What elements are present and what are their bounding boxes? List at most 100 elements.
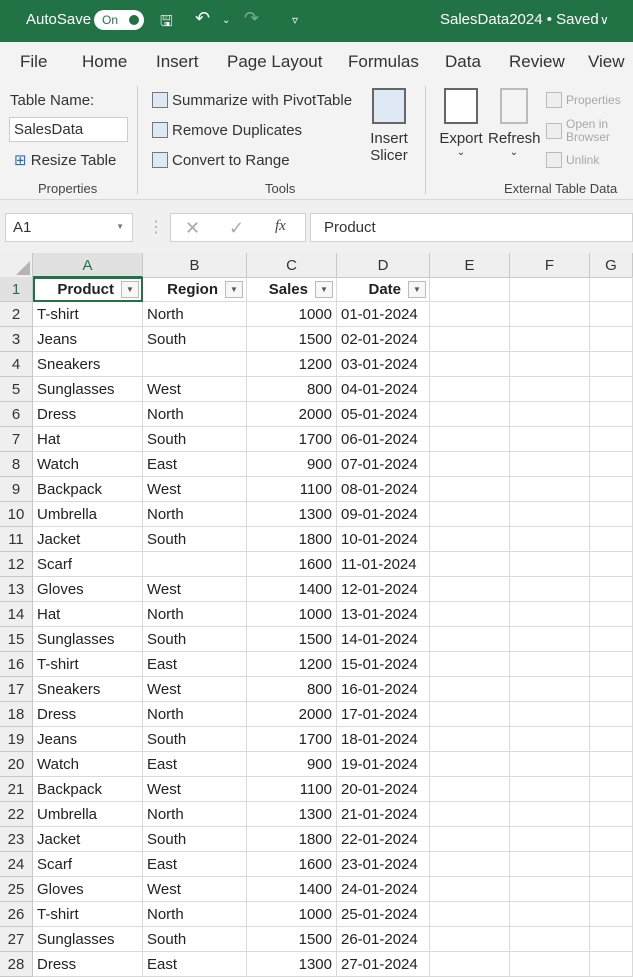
row-header[interactable]: 24 — [0, 852, 33, 877]
empty-cell[interactable] — [510, 477, 590, 502]
empty-cell[interactable] — [430, 652, 510, 677]
table-cell[interactable]: T-shirt — [33, 302, 143, 327]
table-cell[interactable]: 06-01-2024 — [337, 427, 430, 452]
row-header[interactable]: 18 — [0, 702, 33, 727]
empty-cell[interactable] — [590, 277, 633, 302]
row-header[interactable]: 6 — [0, 402, 33, 427]
convert-range-button[interactable]: Convert to Range — [152, 152, 290, 169]
customize-qat-icon[interactable]: ▿ — [292, 13, 298, 27]
row-header[interactable]: 23 — [0, 827, 33, 852]
table-cell[interactable]: North — [143, 702, 247, 727]
empty-cell[interactable] — [430, 427, 510, 452]
undo-dropdown-icon[interactable]: ⌄ — [222, 15, 230, 26]
empty-cell[interactable] — [430, 827, 510, 852]
table-name-input[interactable]: SalesData — [9, 117, 128, 142]
table-cell[interactable]: T-shirt — [33, 652, 143, 677]
table-cell[interactable]: North — [143, 602, 247, 627]
table-cell[interactable]: Hat — [33, 427, 143, 452]
table-cell[interactable]: East — [143, 752, 247, 777]
table-cell[interactable]: 1300 — [247, 952, 337, 977]
filter-dropdown-icon[interactable]: ▼ — [225, 281, 243, 298]
table-cell[interactable]: North — [143, 502, 247, 527]
pivot-button[interactable]: Summarize with PivotTable — [152, 92, 352, 109]
column-header-a[interactable]: A — [33, 253, 143, 278]
empty-cell[interactable] — [510, 902, 590, 927]
table-cell[interactable]: Umbrella — [33, 802, 143, 827]
table-cell[interactable]: West — [143, 777, 247, 802]
table-cell[interactable]: 1600 — [247, 552, 337, 577]
empty-cell[interactable] — [510, 877, 590, 902]
table-cell[interactable]: West — [143, 477, 247, 502]
empty-cell[interactable] — [510, 677, 590, 702]
table-cell[interactable]: 05-01-2024 — [337, 402, 430, 427]
table-cell[interactable]: 1400 — [247, 577, 337, 602]
row-header[interactable]: 4 — [0, 352, 33, 377]
table-cell[interactable]: 12-01-2024 — [337, 577, 430, 602]
empty-cell[interactable] — [590, 527, 633, 552]
table-cell[interactable]: South — [143, 827, 247, 852]
empty-cell[interactable] — [510, 602, 590, 627]
table-cell[interactable]: 1000 — [247, 602, 337, 627]
table-cell[interactable] — [143, 352, 247, 377]
table-cell[interactable]: 27-01-2024 — [337, 952, 430, 977]
empty-cell[interactable] — [430, 852, 510, 877]
tab-data[interactable]: Data — [445, 52, 481, 72]
table-cell[interactable]: North — [143, 402, 247, 427]
table-cell[interactable]: Dress — [33, 402, 143, 427]
empty-cell[interactable] — [430, 452, 510, 477]
open-in-browser-button[interactable]: Open in Browser — [546, 118, 631, 144]
table-cell[interactable]: 1000 — [247, 902, 337, 927]
empty-cell[interactable] — [430, 727, 510, 752]
table-cell[interactable]: Backpack — [33, 777, 143, 802]
empty-cell[interactable] — [430, 702, 510, 727]
filter-dropdown-icon[interactable]: ▼ — [408, 281, 426, 298]
table-cell[interactable]: 03-01-2024 — [337, 352, 430, 377]
table-cell[interactable]: 24-01-2024 — [337, 877, 430, 902]
column-header-f[interactable]: F — [510, 253, 590, 278]
empty-cell[interactable] — [590, 602, 633, 627]
row-header[interactable]: 1 — [0, 277, 33, 302]
row-header[interactable]: 14 — [0, 602, 33, 627]
table-cell[interactable]: 21-01-2024 — [337, 802, 430, 827]
table-cell[interactable]: 1100 — [247, 777, 337, 802]
cancel-icon[interactable]: ✕ — [185, 218, 200, 239]
row-header[interactable]: 10 — [0, 502, 33, 527]
empty-cell[interactable] — [510, 702, 590, 727]
table-cell[interactable]: Sneakers — [33, 352, 143, 377]
empty-cell[interactable] — [510, 277, 590, 302]
table-cell[interactable]: 15-01-2024 — [337, 652, 430, 677]
table-cell[interactable]: Backpack — [33, 477, 143, 502]
table-cell[interactable]: 23-01-2024 — [337, 852, 430, 877]
table-cell[interactable]: 1200 — [247, 652, 337, 677]
table-cell[interactable]: 800 — [247, 677, 337, 702]
tab-page-layout[interactable]: Page Layout — [227, 52, 322, 72]
table-cell[interactable]: 1600 — [247, 852, 337, 877]
enter-icon[interactable]: ✓ — [229, 218, 244, 239]
row-header[interactable]: 19 — [0, 727, 33, 752]
row-header[interactable]: 3 — [0, 327, 33, 352]
empty-cell[interactable] — [510, 527, 590, 552]
tab-view[interactable]: View — [588, 52, 625, 72]
empty-cell[interactable] — [430, 927, 510, 952]
filter-dropdown-icon[interactable]: ▼ — [315, 281, 333, 298]
empty-cell[interactable] — [590, 727, 633, 752]
empty-cell[interactable] — [430, 777, 510, 802]
select-all-corner[interactable] — [0, 253, 33, 278]
empty-cell[interactable] — [430, 302, 510, 327]
table-cell[interactable]: 22-01-2024 — [337, 827, 430, 852]
table-cell[interactable]: Jacket — [33, 527, 143, 552]
row-header[interactable]: 9 — [0, 477, 33, 502]
table-cell[interactable]: 1500 — [247, 327, 337, 352]
empty-cell[interactable] — [590, 827, 633, 852]
table-cell[interactable]: 25-01-2024 — [337, 902, 430, 927]
table-cell[interactable]: 2000 — [247, 402, 337, 427]
tab-insert[interactable]: Insert — [156, 52, 199, 72]
table-cell[interactable]: 1000 — [247, 302, 337, 327]
table-cell[interactable]: Watch — [33, 452, 143, 477]
empty-cell[interactable] — [430, 902, 510, 927]
table-cell[interactable]: 1100 — [247, 477, 337, 502]
row-header[interactable]: 25 — [0, 877, 33, 902]
empty-cell[interactable] — [590, 327, 633, 352]
table-cell[interactable]: 19-01-2024 — [337, 752, 430, 777]
column-header-d[interactable]: D — [337, 253, 430, 278]
